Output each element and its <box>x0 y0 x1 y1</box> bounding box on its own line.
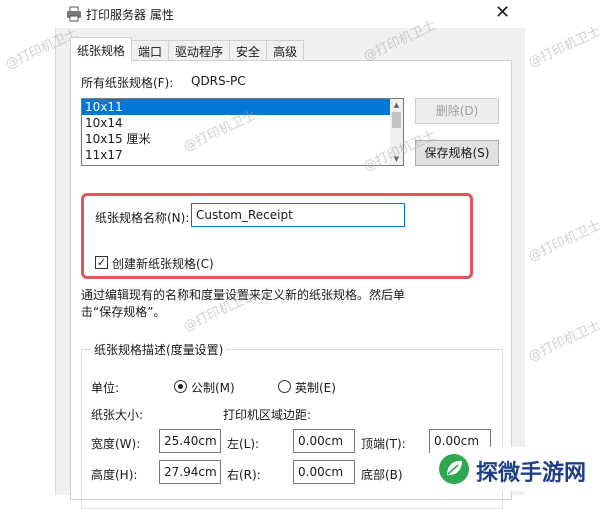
list-item[interactable]: 10x11 <box>82 99 390 115</box>
measurements-group-label: 纸张规格描述(度量设置) <box>91 341 227 358</box>
top-margin-label: 顶端(T): <box>361 437 406 451</box>
scroll-down-icon[interactable]: ▼ <box>390 153 403 165</box>
width-input[interactable]: 25.40cm <box>159 429 221 453</box>
brand-name: 探微手游网 <box>476 461 587 486</box>
printer-icon <box>67 6 81 22</box>
metric-radio[interactable] <box>174 380 187 393</box>
tab-strip: 纸张规格 端口 驱动程序 安全 高级 <box>70 37 305 61</box>
leaf-icon <box>439 454 469 484</box>
english-label: 英制(E) <box>295 381 336 395</box>
paper-size-label: 纸张大小: <box>91 408 144 422</box>
close-icon[interactable]: ✕ <box>495 2 510 23</box>
scroll-thumb[interactable] <box>392 112 401 128</box>
form-name-label: 纸张规格名称(N): <box>95 211 190 225</box>
list-item[interactable]: 11x17 <box>82 147 390 163</box>
watermark: @打印机卫士 <box>526 318 600 365</box>
right-margin-input[interactable]: 0.00cm <box>293 460 355 484</box>
description-text: 通过编辑现有的名称和度量设置来定义新的纸张规格。然后单击“保存规格”。 <box>81 288 406 319</box>
listbox-scrollbar[interactable]: ▲ ▼ <box>390 99 403 165</box>
list-item[interactable]: 10x15 厘米 <box>82 131 390 147</box>
tab-forms[interactable]: 纸张规格 <box>70 37 133 61</box>
margins-label: 打印机区域边距: <box>223 408 312 422</box>
radio-dot <box>178 384 183 389</box>
tab-security[interactable]: 安全 <box>229 40 268 61</box>
title-bar: 打印服务器 属性 ✕ <box>0 0 600 28</box>
tab-drivers[interactable]: 驱动程序 <box>168 40 231 61</box>
right-margin-label: 右(R): <box>227 468 261 482</box>
all-forms-label: 所有纸张规格(F): <box>81 76 174 90</box>
create-form-checkbox[interactable]: ✓ <box>95 256 108 269</box>
width-label: 宽度(W): <box>91 437 141 451</box>
forms-panel: 所有纸张规格(F): QDRS-PC 10x11 10x14 10x15 厘米 … <box>70 60 512 509</box>
left-margin-input[interactable]: 0.00cm <box>293 429 355 453</box>
window-title: 打印服务器 属性 <box>86 8 174 22</box>
server-name: QDRS-PC <box>191 74 246 88</box>
height-input[interactable]: 27.94cm <box>159 460 221 484</box>
height-label: 高度(H): <box>91 468 138 482</box>
tab-advanced[interactable]: 高级 <box>266 40 305 61</box>
list-item[interactable]: 10x14 <box>82 115 390 131</box>
metric-label: 公制(M) <box>191 381 235 395</box>
bottom-margin-label: 底部(B) <box>361 468 403 482</box>
brand-logo: 探微手游网 <box>430 447 596 491</box>
delete-button[interactable]: 删除(D) <box>415 98 499 124</box>
scroll-up-icon[interactable]: ▲ <box>390 99 403 111</box>
form-name-input[interactable]: Custom_Receipt <box>191 203 405 227</box>
save-form-button[interactable]: 保存规格(S) <box>415 140 499 166</box>
left-margin-label: 左(L): <box>227 437 260 451</box>
watermark: @打印机卫士 <box>526 218 600 265</box>
units-label: 单位: <box>91 381 120 395</box>
create-form-label: 创建新纸张规格(C) <box>112 257 214 271</box>
properties-dialog: 纸张规格 端口 驱动程序 安全 高级 所有纸张规格(F): QDRS-PC 10… <box>55 28 525 509</box>
forms-listbox[interactable]: 10x11 10x14 10x15 厘米 11x17 ▲ ▼ <box>81 98 404 166</box>
english-radio[interactable] <box>278 380 291 393</box>
tab-ports[interactable]: 端口 <box>131 40 170 61</box>
